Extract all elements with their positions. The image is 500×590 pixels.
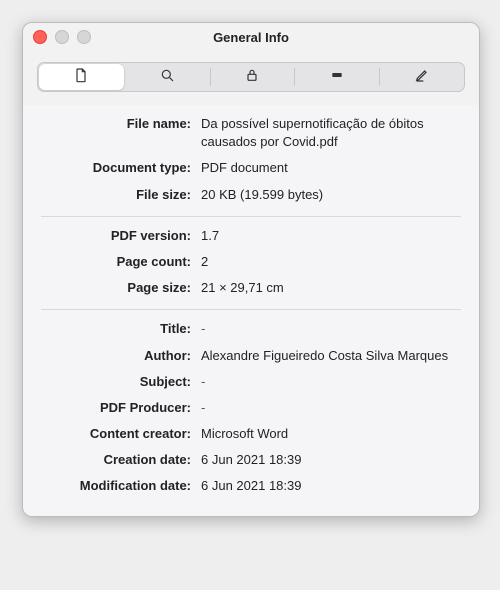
label-content-creator: Content creator: <box>41 425 201 443</box>
row-subject: Subject: - <box>41 369 461 395</box>
magnifier-icon <box>159 67 175 88</box>
row-title: Title: - <box>41 316 461 342</box>
value-pdf-producer: - <box>201 399 461 417</box>
row-file-name: File name: Da possível supernotificação … <box>41 111 461 155</box>
value-author: Alexandre Figueiredo Costa Silva Marques <box>201 347 461 365</box>
window-controls <box>33 30 91 44</box>
tab-security[interactable] <box>210 63 295 91</box>
info-content: File name: Da possível supernotificação … <box>23 105 479 516</box>
row-content-creator: Content creator: Microsoft Word <box>41 421 461 447</box>
value-file-name: Da possível supernotificação de óbitos c… <box>201 115 461 151</box>
label-page-count: Page count: <box>41 253 201 271</box>
close-window-button[interactable] <box>33 30 47 44</box>
label-author: Author: <box>41 347 201 365</box>
lock-icon <box>244 67 260 88</box>
value-creation-date: 6 Jun 2021 18:39 <box>201 451 461 469</box>
value-page-count: 2 <box>201 253 461 271</box>
tab-file-info[interactable] <box>39 64 124 90</box>
toolbar <box>23 52 479 105</box>
value-file-size: 20 KB (19.599 bytes) <box>201 186 461 204</box>
zoom-window-button[interactable] <box>77 30 91 44</box>
label-pdf-version: PDF version: <box>41 227 201 245</box>
minimize-window-button[interactable] <box>55 30 69 44</box>
separator-1 <box>41 216 461 217</box>
value-pdf-version: 1.7 <box>201 227 461 245</box>
tab-search[interactable] <box>125 63 210 91</box>
crop-icon <box>329 67 345 88</box>
label-page-size: Page size: <box>41 279 201 297</box>
pencil-icon <box>414 67 430 88</box>
label-modification-date: Modification date: <box>41 477 201 495</box>
row-creation-date: Creation date: 6 Jun 2021 18:39 <box>41 447 461 473</box>
row-document-type: Document type: PDF document <box>41 155 461 181</box>
value-subject: - <box>201 373 461 391</box>
value-modification-date: 6 Jun 2021 18:39 <box>201 477 461 495</box>
value-title: - <box>201 320 461 338</box>
general-info-window: General Info <box>22 22 480 517</box>
row-pdf-producer: PDF Producer: - <box>41 395 461 421</box>
label-creation-date: Creation date: <box>41 451 201 469</box>
tab-edit[interactable] <box>379 63 464 91</box>
value-document-type: PDF document <box>201 159 461 177</box>
value-content-creator: Microsoft Word <box>201 425 461 443</box>
label-file-name: File name: <box>41 115 201 151</box>
value-page-size: 21 × 29,71 cm <box>201 279 461 297</box>
row-pdf-version: PDF version: 1.7 <box>41 223 461 249</box>
info-tab-segmented <box>37 62 465 92</box>
label-document-type: Document type: <box>41 159 201 177</box>
separator-2 <box>41 309 461 310</box>
row-author: Author: Alexandre Figueiredo Costa Silva… <box>41 343 461 369</box>
window-title: General Info <box>23 30 479 45</box>
label-title: Title: <box>41 320 201 338</box>
label-subject: Subject: <box>41 373 201 391</box>
row-page-count: Page count: 2 <box>41 249 461 275</box>
label-pdf-producer: PDF Producer: <box>41 399 201 417</box>
tab-display[interactable] <box>294 63 379 91</box>
label-file-size: File size: <box>41 186 201 204</box>
row-modification-date: Modification date: 6 Jun 2021 18:39 <box>41 473 461 499</box>
document-icon <box>73 67 89 88</box>
titlebar: General Info <box>23 23 479 52</box>
row-file-size: File size: 20 KB (19.599 bytes) <box>41 182 461 208</box>
row-page-size: Page size: 21 × 29,71 cm <box>41 275 461 301</box>
